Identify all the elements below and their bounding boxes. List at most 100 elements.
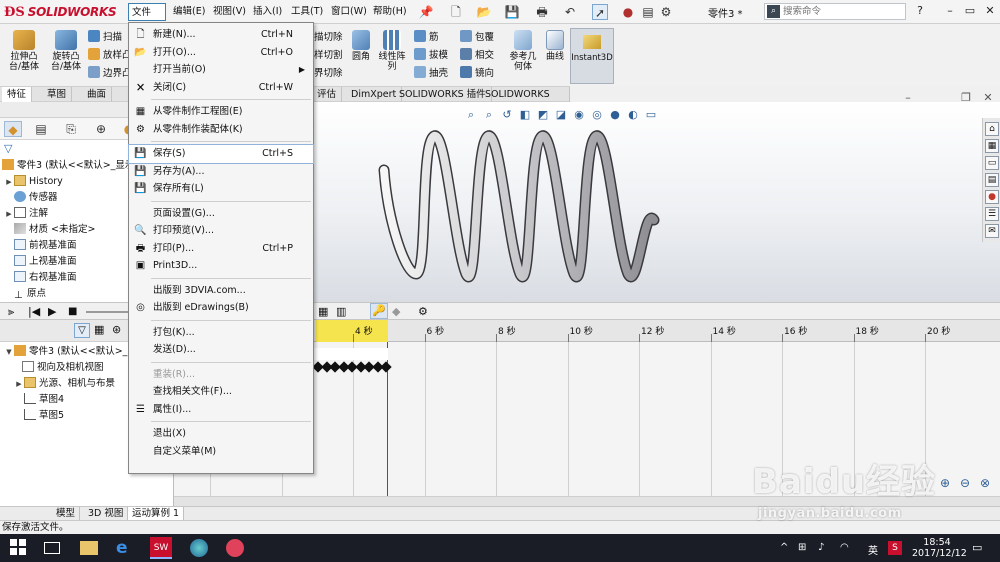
motion-study-properties-icon[interactable]: ⚙ (418, 305, 428, 318)
rewind-icon[interactable]: |◀ (28, 305, 40, 318)
helix-spring-model[interactable] (370, 124, 670, 284)
file-explorer-icon[interactable]: ▭ (985, 156, 999, 170)
file-menu-item[interactable]: 💾 保存(S) Ctrl+S (128, 144, 314, 164)
file-menu-item[interactable]: 页面设置(G)... (129, 205, 313, 223)
reference-geometry-button[interactable]: 参考几 何体 (506, 30, 540, 72)
fillet-button[interactable]: 圆角 (348, 30, 374, 62)
file-menu-item[interactable]: 出版到 3DVIA.com... (129, 282, 313, 300)
file-menu-item[interactable]: 💾 保存所有(L) (129, 180, 313, 198)
expand-arrow-icon[interactable]: ▶ (14, 376, 24, 392)
forum-icon[interactable]: ✉ (985, 224, 999, 238)
loft-cut-button[interactable]: 样切割 (314, 46, 343, 62)
file-menu-item[interactable]: 发送(D)... (129, 341, 313, 359)
loft-boss-button[interactable]: 放样凸 (88, 46, 132, 62)
volume-icon[interactable]: ♪ (818, 542, 824, 553)
filter-selected-icon[interactable]: ⊛ (112, 323, 121, 336)
tab-sketch[interactable]: 草图 (42, 87, 73, 102)
stop-icon[interactable]: ■ (68, 306, 77, 317)
sweep-button[interactable]: 扫描 (88, 28, 122, 44)
design-library-icon[interactable]: ▦ (985, 139, 999, 153)
keyframe-marker[interactable] (380, 361, 392, 373)
zoom-to-area-icon[interactable]: ⌕ (482, 108, 496, 122)
menu-edit[interactable]: 编辑(E) (170, 3, 208, 21)
file-menu-item[interactable]: ▣ Print3D... (129, 257, 313, 275)
media-taskbar-icon[interactable] (226, 539, 244, 557)
graphics-close-icon[interactable]: ✕ (980, 90, 996, 106)
play-icon[interactable]: ▶ (48, 305, 56, 318)
save-animation-icon[interactable]: ▦ (318, 305, 328, 318)
undo-icon[interactable]: ↶ (562, 4, 578, 20)
calculate-icon[interactable]: ⫸ (8, 305, 14, 319)
file-menu-item[interactable]: ☰ 属性(I)... (129, 401, 313, 419)
edge-browser-icon[interactable]: e (116, 539, 134, 557)
tab-motion-study[interactable]: 运动算例 1 (128, 507, 185, 520)
intersect-button[interactable]: 相交 (460, 46, 494, 62)
rib-button[interactable]: 筋 (414, 28, 439, 44)
view-palette-icon[interactable]: ▤ (985, 173, 999, 187)
section-view-icon[interactable]: ◧ (518, 108, 532, 122)
file-menu-item[interactable]: 📂 打开(O)... Ctrl+O (129, 44, 313, 62)
tray-expand-icon[interactable]: ^ (780, 542, 788, 553)
featuremanager-tab-icon[interactable]: ◆ (4, 121, 22, 137)
zoom-to-fit-icon[interactable]: ⌕ (464, 108, 478, 122)
tab-features[interactable]: 特征 (2, 87, 33, 102)
search-box[interactable]: ⌕ (764, 3, 906, 20)
filter-icon[interactable]: ▽ (4, 142, 12, 155)
configurationmanager-tab-icon[interactable]: ⎘ (62, 121, 80, 137)
dimxpertmanager-tab-icon[interactable]: ⊕ (92, 121, 110, 137)
file-menu-item[interactable]: 🖶 打印(P)... Ctrl+P (129, 240, 313, 258)
file-explorer-taskbar-icon[interactable] (80, 541, 98, 555)
hide-show-icon[interactable]: ◎ (590, 108, 604, 122)
filter-animated-icon[interactable]: ▽ (74, 323, 90, 338)
file-properties-icon[interactable]: ▤ (640, 4, 656, 20)
tab-model[interactable]: 模型 (52, 507, 81, 520)
scene-icon[interactable]: ◐ (626, 108, 640, 122)
curves-button[interactable]: 曲线 (542, 30, 568, 62)
menu-window[interactable]: 窗口(W) (328, 3, 370, 21)
animation-wizard-icon[interactable]: ▥ (336, 305, 346, 318)
file-menu-item[interactable]: 查找相关文件(F)... (129, 383, 313, 401)
linear-pattern-button[interactable]: 线性阵 列 (376, 30, 408, 72)
file-menu-item[interactable]: 打开当前(O) ▶ (129, 61, 313, 79)
display-style-icon[interactable]: ◉ (572, 108, 586, 122)
ime-indicator[interactable]: 英 (868, 542, 878, 557)
tab-solidworks-addins[interactable]: SOLIDWORKS 插件 (394, 87, 492, 102)
options-gear-icon[interactable]: ⚙ (658, 4, 674, 20)
previous-view-icon[interactable]: ↺ (500, 108, 514, 122)
draft-button[interactable]: 拔模 (414, 46, 448, 62)
close-button[interactable]: ✕ (982, 3, 998, 19)
custom-properties-icon[interactable]: ☰ (985, 207, 999, 221)
mirror-button[interactable]: 镜向 (460, 64, 494, 80)
file-menu-item[interactable]: 自定义菜单(M) (129, 443, 313, 461)
graphics-minimize-icon[interactable]: – (900, 90, 916, 106)
add-key-icon[interactable]: ◆ (392, 305, 400, 318)
file-menu-item[interactable]: 打包(K)... (129, 324, 313, 342)
shell-button[interactable]: 抽壳 (414, 64, 448, 80)
file-menu-item[interactable]: ▦ 从零件制作工程图(E) (129, 103, 313, 121)
view-orientation-icon[interactable]: ◪ (554, 108, 568, 122)
windows-start-icon[interactable] (10, 539, 28, 557)
file-menu-item[interactable]: 🗋 新建(N)... Ctrl+N (129, 26, 313, 44)
appearances-icon[interactable]: ● (985, 190, 999, 204)
file-menu-item[interactable]: 💾 另存为(A)... (129, 163, 313, 181)
file-menu-item[interactable]: 退出(X) (129, 425, 313, 443)
system-clock[interactable]: 18:54 2017/12/12 (912, 537, 967, 559)
file-menu-item[interactable]: 🗙 关闭(C) Ctrl+W (129, 79, 313, 97)
wrap-button[interactable]: 包覆 (460, 28, 494, 44)
menu-help[interactable]: 帮助(H) (370, 3, 410, 21)
save-icon[interactable]: 💾 (504, 4, 520, 20)
graphics-restore-icon[interactable]: ❐ (958, 90, 974, 106)
boundary-cut-button[interactable]: 界切除 (314, 64, 343, 80)
pin-icon[interactable]: 📌 (418, 4, 434, 20)
autokey-icon[interactable]: 🔑 (370, 303, 388, 319)
menu-file[interactable]: 文件(F) (128, 3, 166, 36)
edit-appearance-icon[interactable]: ● (608, 108, 622, 122)
view-settings-icon[interactable]: ▭ (644, 108, 658, 122)
swept-cut-button[interactable]: 描切除 (314, 28, 343, 44)
tab-3d-views[interactable]: 3D 视图 (84, 507, 129, 520)
revolve-boss-button[interactable]: 旋转凸 台/基体 (46, 30, 86, 72)
menu-view[interactable]: 视图(V) (210, 3, 249, 21)
boundary-boss-button[interactable]: 边界凸 (88, 64, 132, 80)
tab-evaluate[interactable]: 评估 (312, 87, 343, 102)
file-menu-item[interactable]: 🔍 打印预览(V)... (129, 222, 313, 240)
